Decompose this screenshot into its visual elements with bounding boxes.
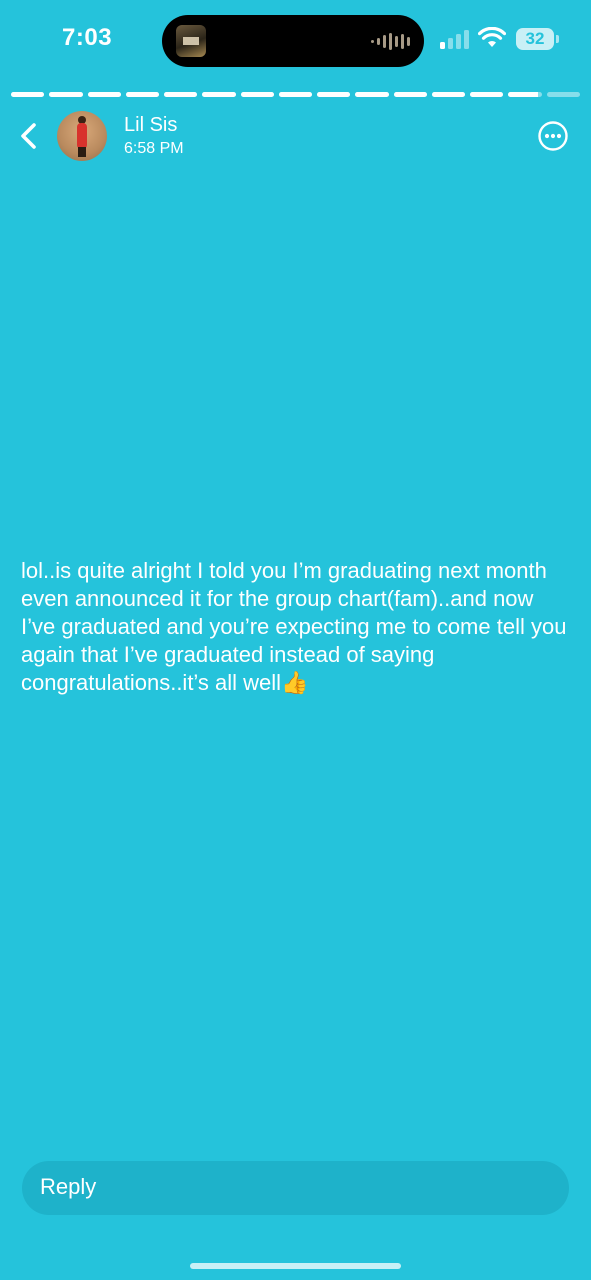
reply-input[interactable]: Reply [22,1161,569,1215]
status-text-message: lol..is quite alright I told you I’m gra… [21,558,567,695]
status-timestamp: 6:58 PM [124,140,184,157]
more-options-icon[interactable] [538,121,568,151]
avatar[interactable] [57,111,107,161]
signal-bar [464,30,469,49]
progress-segment [508,92,542,97]
battery-tip [556,35,559,43]
dynamic-island[interactable] [162,15,424,67]
contact-name[interactable]: Lil Sis [124,114,177,137]
progress-segment [49,92,83,97]
wifi-icon [478,27,506,47]
progress-segment [317,92,351,97]
progress-segment [125,92,160,97]
cellular-signal-icon [440,30,469,49]
progress-segment [470,92,504,97]
signal-bar [456,34,461,49]
progress-segment [546,92,580,97]
audio-waveform-icon [371,32,410,50]
story-progress-bar [11,92,580,97]
progress-segment [393,92,427,97]
progress-segment [431,92,466,97]
story-header: Lil Sis 6:58 PM [0,108,591,168]
signal-bar [448,38,453,49]
progress-segment [11,92,45,97]
reply-placeholder: Reply [40,1174,97,1199]
progress-segment [278,92,313,97]
signal-bar [440,42,445,49]
now-playing-artwork [176,25,206,57]
progress-segment [355,92,389,97]
status-time: 7:03 [62,24,113,51]
status-bar: 7:03 32 [0,0,591,80]
battery-icon: 32 [516,28,554,50]
progress-segment [164,92,198,97]
progress-segment [240,92,274,97]
home-indicator[interactable] [190,1263,401,1269]
chevron-left-icon[interactable] [14,120,46,152]
progress-segment [87,92,121,97]
progress-segment [202,92,236,97]
